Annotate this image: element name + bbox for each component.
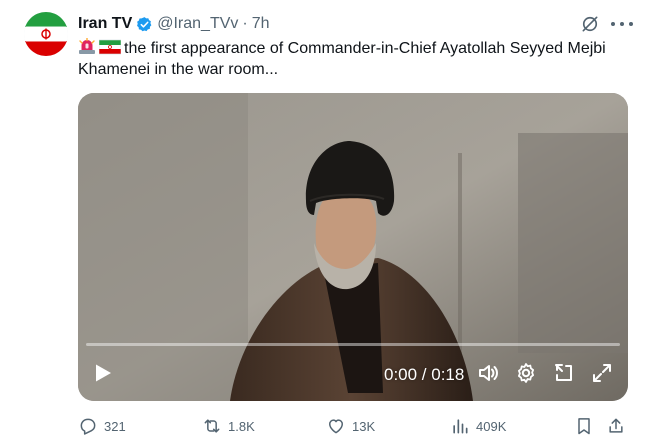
tweet-header: Iran TV @Iran_TVv · 7h xyxy=(78,14,270,34)
video-progress-bar[interactable] xyxy=(86,343,620,346)
reply-icon xyxy=(80,418,96,435)
author-avatar[interactable] xyxy=(24,12,68,56)
settings-gear-icon[interactable] xyxy=(514,361,538,385)
repost-count: 1.8K xyxy=(228,418,255,434)
tweet-time[interactable]: 7h xyxy=(252,15,270,33)
views-count: 409K xyxy=(476,418,507,434)
like-count: 13K xyxy=(352,418,376,434)
reply-button[interactable]: 321 xyxy=(78,414,126,438)
bookmark-icon xyxy=(578,418,590,435)
like-button[interactable]: 13K xyxy=(326,414,375,438)
play-icon[interactable] xyxy=(93,362,113,384)
views-button[interactable]: 409K xyxy=(450,414,506,438)
picture-in-picture-icon[interactable] xyxy=(552,361,576,385)
video-timecode: 0:00 / 0:18 xyxy=(384,365,465,384)
bookmark-button[interactable] xyxy=(574,414,600,438)
siren-emoji xyxy=(79,38,95,54)
volume-icon[interactable] xyxy=(476,361,500,385)
verified-badge-icon xyxy=(137,16,152,31)
repost-icon xyxy=(204,419,220,433)
grok-icon[interactable] xyxy=(580,14,600,34)
video-player[interactable]: 0:00 / 0:18 xyxy=(78,93,628,401)
heart-icon xyxy=(329,419,343,434)
tweet-text-block: the first appearance of Commander-in-Chi… xyxy=(78,38,628,80)
video-controls: 0:00 / 0:18 xyxy=(78,343,628,401)
iran-flag-emoji xyxy=(99,39,121,55)
repost-button[interactable]: 1.8K xyxy=(202,414,255,438)
share-button[interactable] xyxy=(606,414,632,438)
author-handle[interactable]: @Iran_TVv xyxy=(157,15,238,33)
fullscreen-icon[interactable] xyxy=(590,361,614,385)
views-chart-icon xyxy=(453,419,468,434)
author-name[interactable]: Iran TV xyxy=(78,15,132,33)
reply-count: 321 xyxy=(104,418,126,434)
tweet-actions-bar: 321 1.8K 13K 409K xyxy=(70,414,630,438)
header-separator: · xyxy=(242,15,248,32)
more-options-icon[interactable] xyxy=(611,14,633,34)
tweet-text: the first appearance of Commander-in-Chi… xyxy=(78,40,606,78)
share-icon xyxy=(609,418,623,433)
